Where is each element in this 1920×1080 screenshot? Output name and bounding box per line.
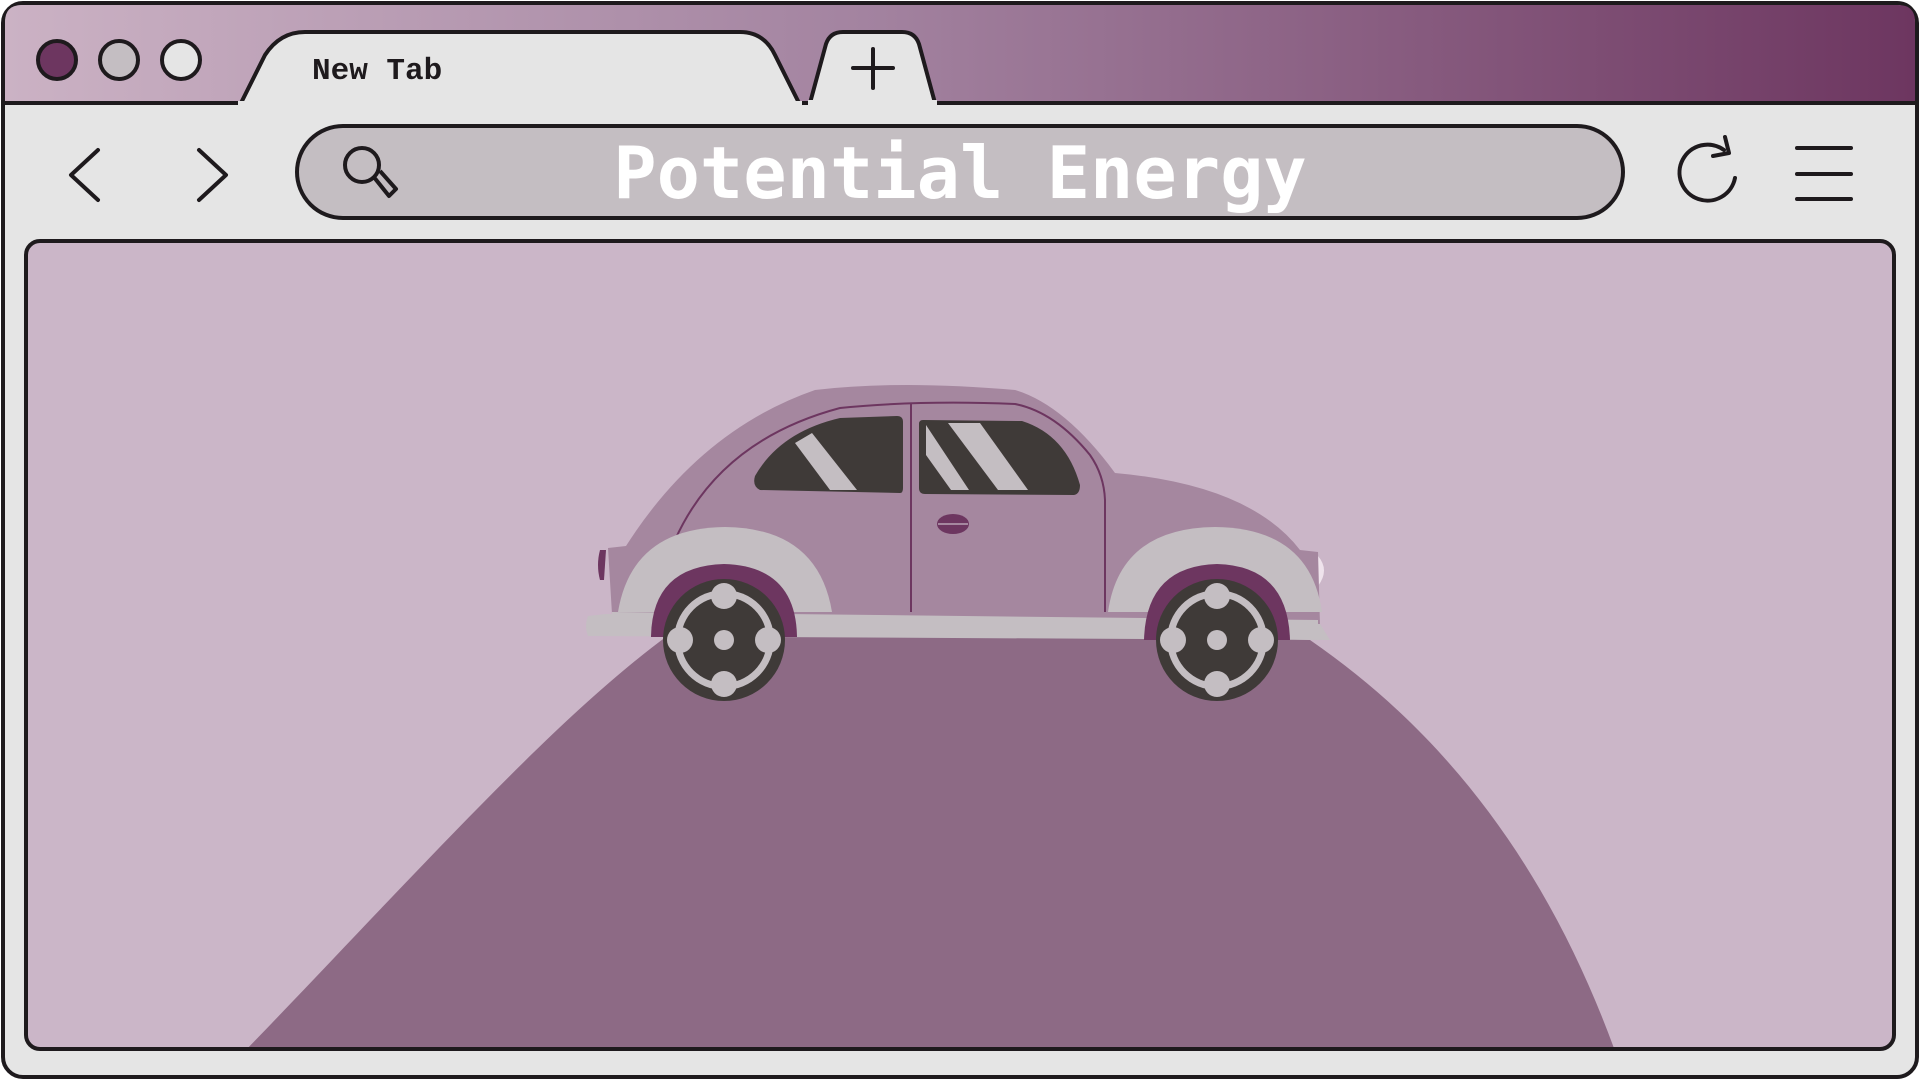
back-button[interactable] — [50, 135, 120, 215]
rear-wheel — [663, 579, 785, 701]
close-window-button[interactable] — [36, 39, 78, 81]
tab-new-tab[interactable]: New Tab — [238, 30, 802, 109]
forward-button[interactable] — [178, 135, 248, 215]
address-text: Potential Energy — [613, 131, 1307, 215]
new-tab-button[interactable] — [808, 30, 937, 108]
browser-window: New Tab Potential Energy — [0, 0, 1920, 1080]
front-wheel — [1156, 579, 1278, 701]
tab-label: New Tab — [312, 54, 442, 89]
menu-button[interactable] — [1790, 135, 1860, 215]
maximize-window-button[interactable] — [160, 39, 202, 81]
window-controls — [36, 39, 202, 81]
address-bar[interactable]: Potential Energy — [295, 124, 1625, 220]
page-viewport — [24, 239, 1896, 1051]
browser-window-graphic: New Tab Potential Energy — [1, 1, 1919, 1079]
minimize-window-button[interactable] — [98, 39, 140, 81]
reload-button[interactable] — [1665, 135, 1745, 215]
